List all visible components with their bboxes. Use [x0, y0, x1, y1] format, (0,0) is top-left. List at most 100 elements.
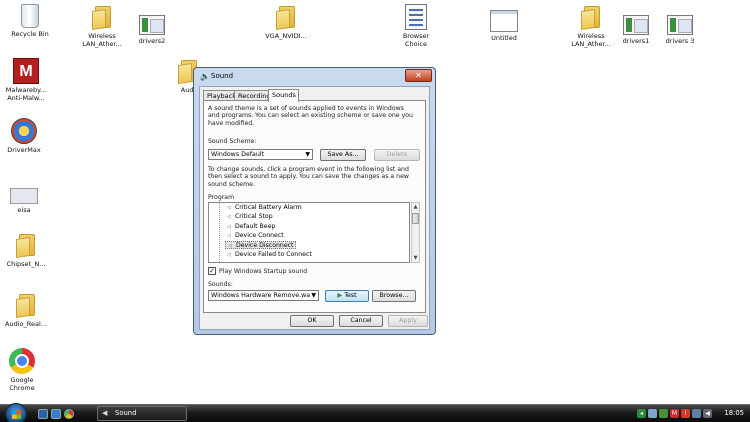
- chrome-icon[interactable]: [64, 409, 74, 419]
- desktop-icon[interactable]: Google Chrome: [0, 348, 52, 392]
- browser-choice-icon: [405, 4, 427, 30]
- desktop-icon[interactable]: M Malwareby... Anti-Malw...: [0, 58, 56, 102]
- close-icon: ✕: [415, 71, 422, 80]
- desktop-icon[interactable]: eisa: [0, 182, 54, 214]
- desktop-icon-label: Recycle Bin: [0, 30, 60, 38]
- wireless-icon[interactable]: [692, 409, 701, 418]
- scroll-up-icon[interactable]: ▲: [412, 203, 419, 211]
- startup-sound-checkbox[interactable]: ✓: [208, 267, 216, 275]
- cancel-button[interactable]: Cancel: [339, 315, 383, 327]
- apply-button[interactable]: Apply: [388, 315, 428, 327]
- desktop-icon[interactable]: Audio_Real...: [0, 292, 56, 328]
- program-event-label: Device Disconnect: [234, 242, 294, 250]
- desktop-icon-label: Audio_Real...: [0, 320, 56, 328]
- change-line: To change sounds, click a program event …: [208, 166, 409, 173]
- desktop-icon-label: VGA_NVIDI...: [256, 32, 316, 40]
- startup-sound-label: Play Windows Startup sound: [219, 268, 308, 275]
- desktop-icon[interactable]: VGA_NVIDI...: [256, 4, 316, 40]
- explorer-icon[interactable]: [51, 409, 61, 419]
- tab-sounds[interactable]: Sounds: [268, 89, 299, 102]
- desktop-icon-label: Chipset_N...: [0, 260, 56, 268]
- change-text: To change sounds, click a program event …: [208, 166, 409, 188]
- scheme-label: Sound Scheme:: [208, 138, 257, 145]
- list-scrollbar[interactable]: ▲ ▼: [411, 202, 420, 263]
- dialog-body: Playback Recording Sounds A sound theme …: [199, 86, 430, 330]
- desktop-icon-label-line: Recycle Bin: [11, 30, 49, 38]
- desktop-icon-label: Malwareby... Anti-Malw...: [0, 86, 56, 102]
- taskbar: ◀ Sound ◂ M ! ◀ 18:05: [0, 403, 750, 422]
- program-event-label: Device Failed to Connect: [233, 250, 312, 258]
- chevron-down-icon: ▼: [305, 151, 310, 158]
- test-button[interactable]: ▶ Test: [325, 290, 369, 302]
- sound-file-select[interactable]: Windows Hardware Remove.wa ▼: [208, 290, 319, 301]
- system-tray: ◂ M ! ◀: [637, 409, 722, 419]
- close-button[interactable]: ✕: [405, 69, 432, 82]
- program-event-item[interactable]: ◁ Critical Stop: [227, 213, 273, 221]
- desktop-icon[interactable]: drivers 3: [650, 12, 710, 45]
- speaker-icon: 🔈: [200, 72, 210, 81]
- folder-icon: [274, 4, 298, 30]
- desktop-icon[interactable]: Untitled: [474, 8, 534, 42]
- program-event-item[interactable]: ◁ Critical Battery Alarm: [227, 204, 302, 212]
- desktop-icon-label-line: drivers2: [138, 37, 166, 45]
- scheme-value: Windows Default: [211, 151, 265, 158]
- delete-button[interactable]: Delete: [374, 149, 420, 161]
- save-as-button[interactable]: Save As...: [320, 149, 366, 161]
- speaker-icon: ◀: [102, 409, 108, 417]
- change-line: then select a sound to apply. You can sa…: [208, 173, 409, 181]
- desktop-icon-label-line: Untitled: [491, 34, 517, 42]
- scheme-select[interactable]: Windows Default ▼: [208, 149, 313, 160]
- desktop-icon[interactable]: DriverMax: [0, 118, 54, 154]
- desktop-icon-label-line: Browser: [402, 32, 430, 40]
- desktop-icon-label-line: Malwareby...: [5, 86, 47, 94]
- sound-file-value: Windows Hardware Remove.wa: [211, 292, 311, 299]
- program-event-item[interactable]: ◁ Device Disconnect: [225, 241, 297, 250]
- program-events-list[interactable]: ◁ Critical Battery Alarm ◁ Critical Stop ◁…: [208, 202, 410, 263]
- alert-icon[interactable]: !: [681, 409, 690, 418]
- desktop-icon-label: drivers 3: [650, 37, 710, 45]
- document-icon: [490, 10, 518, 32]
- intro-line: A sound theme is a set of sounds applied…: [208, 105, 404, 112]
- clock[interactable]: 18:05: [724, 409, 744, 417]
- program-event-item[interactable]: ◁ Device Failed to Connect: [227, 251, 312, 259]
- tray-arrow-icon[interactable]: ◂: [637, 409, 646, 418]
- desktop-icon[interactable]: Recycle Bin: [0, 4, 60, 38]
- checkmark-icon: ✓: [209, 267, 215, 275]
- desktop-icon[interactable]: Chipset_N...: [0, 232, 56, 268]
- desktop-icon-label-line: Choice: [404, 40, 427, 48]
- start-button[interactable]: [5, 403, 27, 422]
- desktop-icon-label: Untitled: [474, 34, 534, 42]
- desktop-icon[interactable]: Browser Choice: [386, 4, 446, 48]
- desktop-icon-label-line: Google: [10, 376, 34, 384]
- malwarebytes-tray-icon[interactable]: M: [670, 409, 679, 418]
- recycle-bin-icon: [21, 4, 39, 28]
- scroll-thumb[interactable]: [412, 213, 419, 224]
- ok-button[interactable]: OK: [290, 315, 334, 327]
- chevron-down-icon: ▼: [311, 292, 316, 299]
- volume-icon[interactable]: ◀: [703, 409, 712, 418]
- image-file-icon: [623, 15, 649, 35]
- program-event-item[interactable]: ◁ Default Beep: [227, 223, 275, 231]
- document-icon: [10, 188, 38, 204]
- desktop-icon-label-line: DriverMax: [7, 146, 41, 154]
- taskbar-button-sound[interactable]: ◀ Sound: [97, 406, 187, 421]
- desktop-icon[interactable]: drivers2: [122, 12, 182, 45]
- security-icon[interactable]: [659, 409, 668, 418]
- dialog-titlebar[interactable]: 🔈 Sound ✕: [194, 68, 435, 85]
- desktop-icon-label-line: VGA_NVIDI...: [265, 32, 307, 40]
- desktop-icon-label-line: eisa: [17, 206, 31, 214]
- program-event-item[interactable]: ◁ Device Connect: [227, 232, 284, 240]
- show-desktop-icon[interactable]: [38, 409, 48, 419]
- network-icon[interactable]: [648, 409, 657, 418]
- dialog-title: Sound: [211, 72, 234, 80]
- malwarebytes-icon: M: [13, 58, 39, 84]
- folder-icon: [14, 232, 38, 258]
- intro-line: and programs. You can select an existing…: [208, 112, 413, 120]
- desktop-icon-label: Google Chrome: [0, 376, 52, 392]
- desktop-icon-label-line: Anti-Malw...: [7, 94, 45, 102]
- browse-button[interactable]: Browse...: [372, 290, 416, 302]
- folder-icon: [14, 292, 38, 318]
- sound-dialog: 🔈 Sound ✕ Playback Recording Sounds A so…: [193, 67, 436, 335]
- scroll-down-icon[interactable]: ▼: [412, 254, 419, 262]
- test-label: Test: [344, 292, 357, 299]
